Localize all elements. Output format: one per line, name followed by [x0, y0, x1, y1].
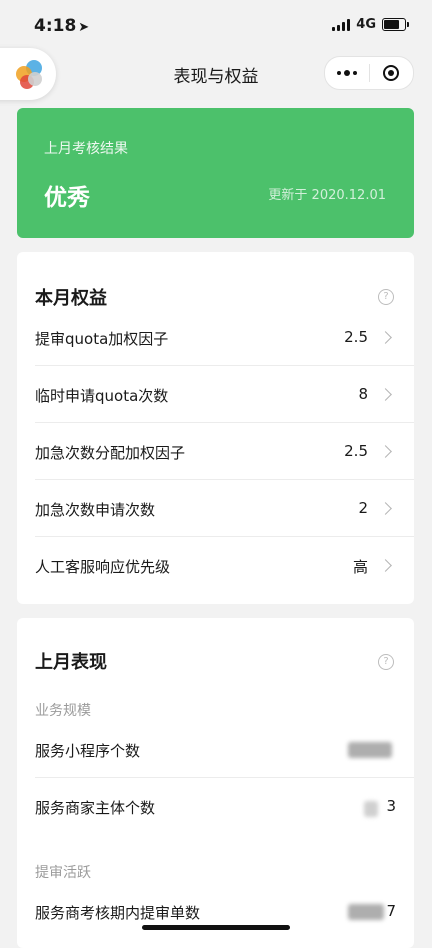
chevron-right-icon	[379, 388, 392, 401]
benefit-row-service-priority[interactable]: 人工客服响应优先级 高	[35, 538, 414, 594]
chevron-right-icon	[379, 331, 392, 344]
benefits-title: 本月权益	[35, 288, 107, 309]
mini-program-capsule	[324, 56, 414, 90]
benefit-value: 2.5	[344, 328, 368, 346]
performance-row-mini-programs: 服务小程序个数	[35, 722, 414, 778]
benefit-value: 2	[358, 499, 368, 517]
result-updated-time: 更新于 2020.12.01	[268, 188, 386, 203]
close-button[interactable]	[370, 57, 414, 89]
section-label-review-activity: 提审活跃	[35, 865, 91, 881]
partial-value: 7	[386, 902, 396, 920]
performance-title: 上月表现	[35, 652, 107, 673]
benefit-label: 加急次数分配加权因子	[35, 444, 186, 462]
benefit-label: 人工客服响应优先级	[35, 558, 171, 576]
partial-value: 3	[386, 797, 396, 815]
assessment-result-card: 上月考核结果 优秀 更新于 2020.12.01	[17, 108, 414, 238]
blurred-value	[348, 904, 384, 920]
benefit-row-quota-weight[interactable]: 提审quota加权因子 2.5	[35, 310, 414, 366]
help-icon[interactable]: ?	[378, 289, 394, 305]
home-indicator[interactable]	[142, 925, 290, 930]
blurred-value	[348, 742, 392, 758]
performance-label: 服务商考核期内提审单数	[35, 904, 201, 922]
benefit-row-urgent-weight[interactable]: 加急次数分配加权因子 2.5	[35, 424, 414, 480]
monthly-benefits-card: 本月权益 ? 提审quota加权因子 2.5 临时申请quota次数 8 加急次…	[17, 252, 414, 604]
last-month-performance-card: 上月表现 ? 业务规模 服务小程序个数 服务商家主体个数 3 提审活跃 服务商考…	[17, 618, 414, 948]
benefit-value: 2.5	[344, 442, 368, 460]
benefit-value: 8	[358, 385, 368, 403]
performance-label: 服务商家主体个数	[35, 799, 156, 817]
chevron-right-icon	[379, 445, 392, 458]
close-target-icon	[383, 65, 400, 81]
more-dots-icon[interactable]	[325, 57, 369, 89]
benefit-label: 提审quota加权因子	[35, 330, 169, 348]
network-type: 4G	[356, 17, 376, 32]
status-bar: 4:18 ➤ 4G	[0, 0, 432, 48]
result-value: 优秀	[44, 185, 90, 211]
status-time: 4:18 ➤	[34, 16, 90, 36]
section-gap	[17, 836, 414, 846]
battery-icon	[382, 18, 409, 31]
performance-row-review-orders: 服务商考核期内提审单数 7	[35, 884, 414, 940]
status-icons: 4G	[332, 17, 409, 32]
section-label-business-scale: 业务规模	[35, 703, 91, 719]
benefit-label: 加急次数申请次数	[35, 501, 156, 519]
chevron-right-icon	[379, 502, 392, 515]
blurred-value	[364, 801, 378, 817]
help-icon[interactable]: ?	[378, 654, 394, 670]
location-arrow-icon: ➤	[78, 20, 90, 35]
chevron-right-icon	[379, 559, 392, 572]
nav-bar: 表现与权益	[0, 48, 432, 100]
performance-row-merchants: 服务商家主体个数 3	[35, 779, 414, 835]
result-label: 上月考核结果	[44, 141, 128, 157]
performance-label: 服务小程序个数	[35, 742, 141, 760]
signal-icon	[332, 18, 351, 31]
benefit-row-urgent-count[interactable]: 加急次数申请次数 2	[35, 481, 414, 537]
benefit-value: 高	[352, 558, 368, 576]
benefit-row-temp-quota[interactable]: 临时申请quota次数 8	[35, 367, 414, 423]
benefit-label: 临时申请quota次数	[35, 387, 169, 405]
